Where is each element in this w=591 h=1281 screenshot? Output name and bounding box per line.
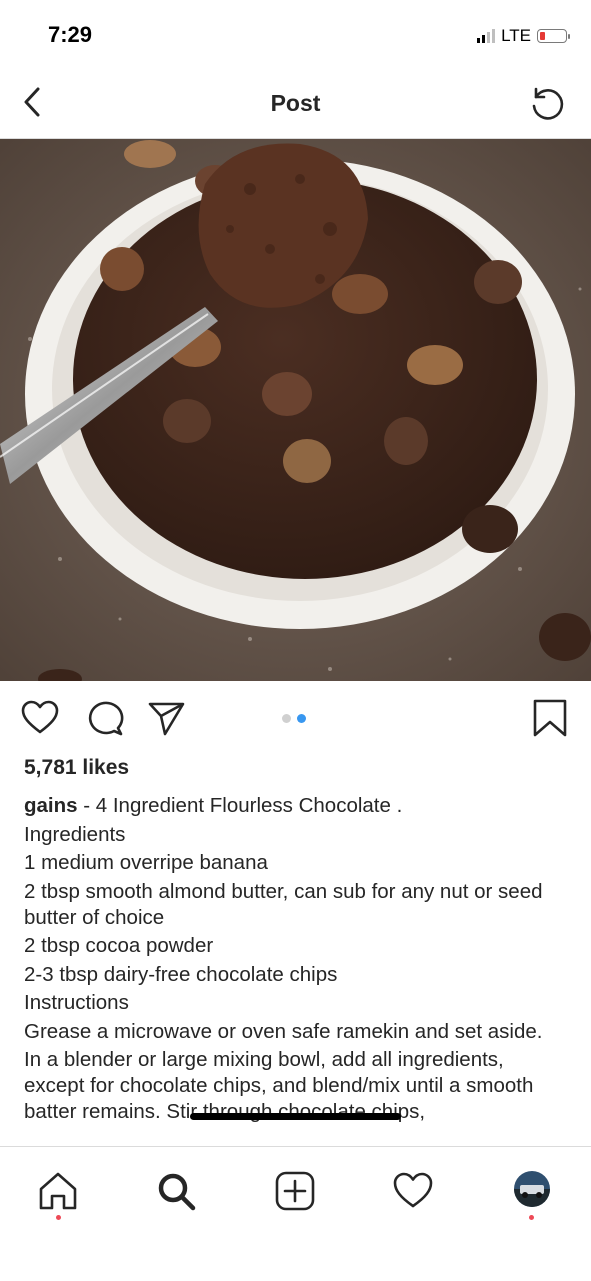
caption-line: 2 tbsp smooth almond butter, can sub for…	[24, 879, 543, 929]
caption-line: 2-3 tbsp dairy-free chocolate chips	[24, 962, 338, 986]
refresh-button[interactable]	[527, 84, 567, 124]
nav-bar: Post	[0, 70, 591, 139]
tab-home[interactable]	[36, 1169, 80, 1213]
avatar	[514, 1171, 550, 1207]
add-post-icon	[275, 1171, 315, 1211]
bookmark-icon	[533, 699, 567, 737]
signal-icon	[477, 29, 496, 43]
send-icon	[148, 702, 185, 736]
home-notification-dot	[56, 1215, 61, 1220]
chocolate-mug-cake-photo	[0, 139, 591, 681]
post-actions	[0, 690, 591, 750]
carousel-dot	[282, 714, 291, 723]
bottom-tab-bar	[0, 1146, 591, 1281]
battery-icon	[537, 29, 570, 43]
caption-line: Ingredients	[24, 822, 126, 846]
profile-notification-dot	[529, 1215, 534, 1220]
heart-icon	[393, 1172, 433, 1208]
tab-profile-avatar[interactable]	[514, 1171, 550, 1207]
refresh-icon	[532, 87, 564, 120]
tab-create[interactable]	[273, 1169, 317, 1213]
post-image[interactable]	[0, 139, 591, 681]
carousel-dot-active	[297, 714, 306, 723]
save-button[interactable]	[530, 698, 570, 738]
home-icon	[39, 1172, 77, 1210]
status-indicators: LTE	[477, 26, 570, 46]
caption-username[interactable]: gains	[24, 794, 78, 817]
comment-button[interactable]	[84, 698, 124, 738]
network-type: LTE	[501, 26, 531, 45]
caption-first-line: gains - 4 Ingredient Flourless Chocolate…	[24, 793, 569, 819]
heart-icon	[21, 700, 59, 734]
tab-search[interactable]	[154, 1169, 198, 1213]
comment-icon	[88, 701, 124, 736]
caption-line: 2 tbsp cocoa powder	[24, 934, 214, 957]
page-title: Post	[270, 90, 321, 116]
caption-line: Grease a microwave or oven safe ramekin …	[24, 1019, 543, 1043]
post-caption: gains - 4 Ingredient Flourless Chocolate…	[24, 793, 569, 1145]
home-indicator	[190, 1113, 401, 1120]
share-button[interactable]	[146, 698, 186, 738]
carousel-indicator	[282, 714, 306, 723]
status-time: 7:29	[48, 22, 93, 47]
caption-text: - 4 Ingredient Flourless Chocolate .	[77, 794, 403, 817]
likes-count[interactable]: 5,781 likes	[24, 756, 129, 780]
caption-line: 1 medium overripe banana	[24, 851, 268, 874]
status-bar: 7:29 LTE	[0, 0, 591, 70]
tab-activity[interactable]	[391, 1169, 435, 1213]
like-button[interactable]	[20, 698, 60, 738]
caption-line: Instructions	[24, 991, 129, 1014]
search-icon	[158, 1173, 196, 1211]
